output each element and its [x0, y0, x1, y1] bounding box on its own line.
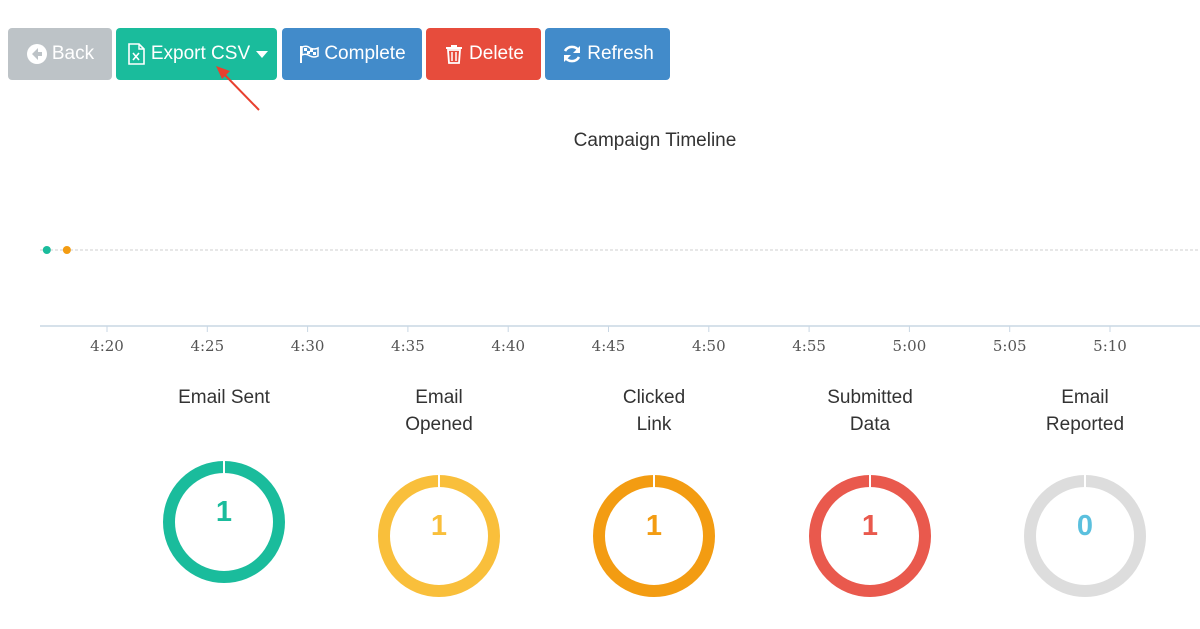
- campaign-timeline-chart: 4:20 4:25 4:30 4:35 4:40 4:45 4:50 4:55 5:00 5:05…: [40, 246, 1200, 355]
- axis-tick-label: 4:55: [792, 337, 826, 355]
- export-csv-label: Export CSV: [150, 43, 251, 64]
- timeline-event-dot[interactable]: [42, 246, 51, 254]
- stat-donut-chart[interactable]: 1: [592, 474, 716, 598]
- stat-donut-chart[interactable]: 1: [162, 460, 286, 584]
- back-button[interactable]: Back: [8, 28, 112, 80]
- stat-card: Email Reported 0: [995, 384, 1175, 597]
- axis-tick-label: 4:25: [190, 337, 224, 355]
- axis-tick-label: 4:45: [592, 337, 626, 355]
- stat-value: 1: [215, 496, 233, 528]
- stat-label-line: Opened: [405, 414, 473, 435]
- trash-icon: [443, 43, 465, 65]
- caret-down-icon: [256, 50, 269, 58]
- axis-tick-label: 4:20: [90, 337, 124, 355]
- stat-card: Submitted Data 1: [780, 384, 960, 597]
- stat-label: Clicked Link: [564, 384, 744, 438]
- complete-button[interactable]: Complete: [282, 28, 422, 80]
- file-excel-icon: [125, 43, 147, 65]
- flag-checkered-icon: [298, 43, 320, 65]
- stat-label-line: Email: [1061, 387, 1109, 408]
- stat-donut-chart[interactable]: 0: [1023, 474, 1147, 598]
- circle-arrow-left-icon: [26, 43, 48, 65]
- stat-card: Email Sent 1: [134, 384, 314, 583]
- stat-label-line: Clicked: [622, 387, 686, 408]
- axis-tick-label: 4:40: [491, 337, 525, 355]
- stat-label-line: Reported: [1045, 414, 1125, 435]
- axis-tick-label: 4:30: [291, 337, 325, 355]
- timeline-event-dot[interactable]: [62, 246, 71, 254]
- stat-label-line: Email: [415, 387, 463, 408]
- stat-value: 1: [430, 510, 448, 542]
- stat-label: Submitted Data: [780, 384, 960, 438]
- stat-label-line: Link: [636, 414, 672, 435]
- stat-donut-chart[interactable]: 1: [808, 474, 932, 598]
- campaign-stats: Email Sent 1 Email Opened 1 Clicked Link 1 Submi…: [0, 384, 1200, 624]
- stat-label-line: Submitted: [827, 387, 913, 408]
- stat-label: Email Reported: [995, 384, 1175, 438]
- back-button-label: Back: [51, 43, 95, 64]
- stat-donut-chart[interactable]: 1: [377, 474, 501, 598]
- stat-label-line: Email Sent: [178, 387, 270, 408]
- axis-tick-label: 4:50: [692, 337, 726, 355]
- stat-label: Email Sent: [134, 384, 314, 438]
- pointer-arrow-annotation: [216, 66, 260, 111]
- axis-tick-label: 5:05: [993, 337, 1027, 355]
- stat-label-line: Data: [849, 414, 891, 435]
- axis-tick-label: 5:10: [1093, 337, 1127, 355]
- complete-button-label: Complete: [324, 43, 406, 64]
- stat-card: Email Opened 1: [349, 384, 529, 597]
- refresh-icon: [561, 43, 583, 65]
- stat-card: Clicked Link 1: [564, 384, 744, 597]
- axis-tick-label: 5:00: [893, 337, 927, 355]
- refresh-button[interactable]: Refresh: [545, 28, 670, 80]
- stat-value: 0: [1076, 510, 1094, 542]
- stat-label: Email Opened: [349, 384, 529, 438]
- refresh-button-label: Refresh: [587, 43, 654, 64]
- timeline-title: Campaign Timeline: [573, 130, 737, 151]
- delete-button-label: Delete: [469, 43, 524, 64]
- stat-value: 1: [861, 510, 879, 542]
- delete-button[interactable]: Delete: [426, 28, 541, 80]
- stat-value: 1: [645, 510, 663, 542]
- axis-tick-label: 4:35: [391, 337, 425, 355]
